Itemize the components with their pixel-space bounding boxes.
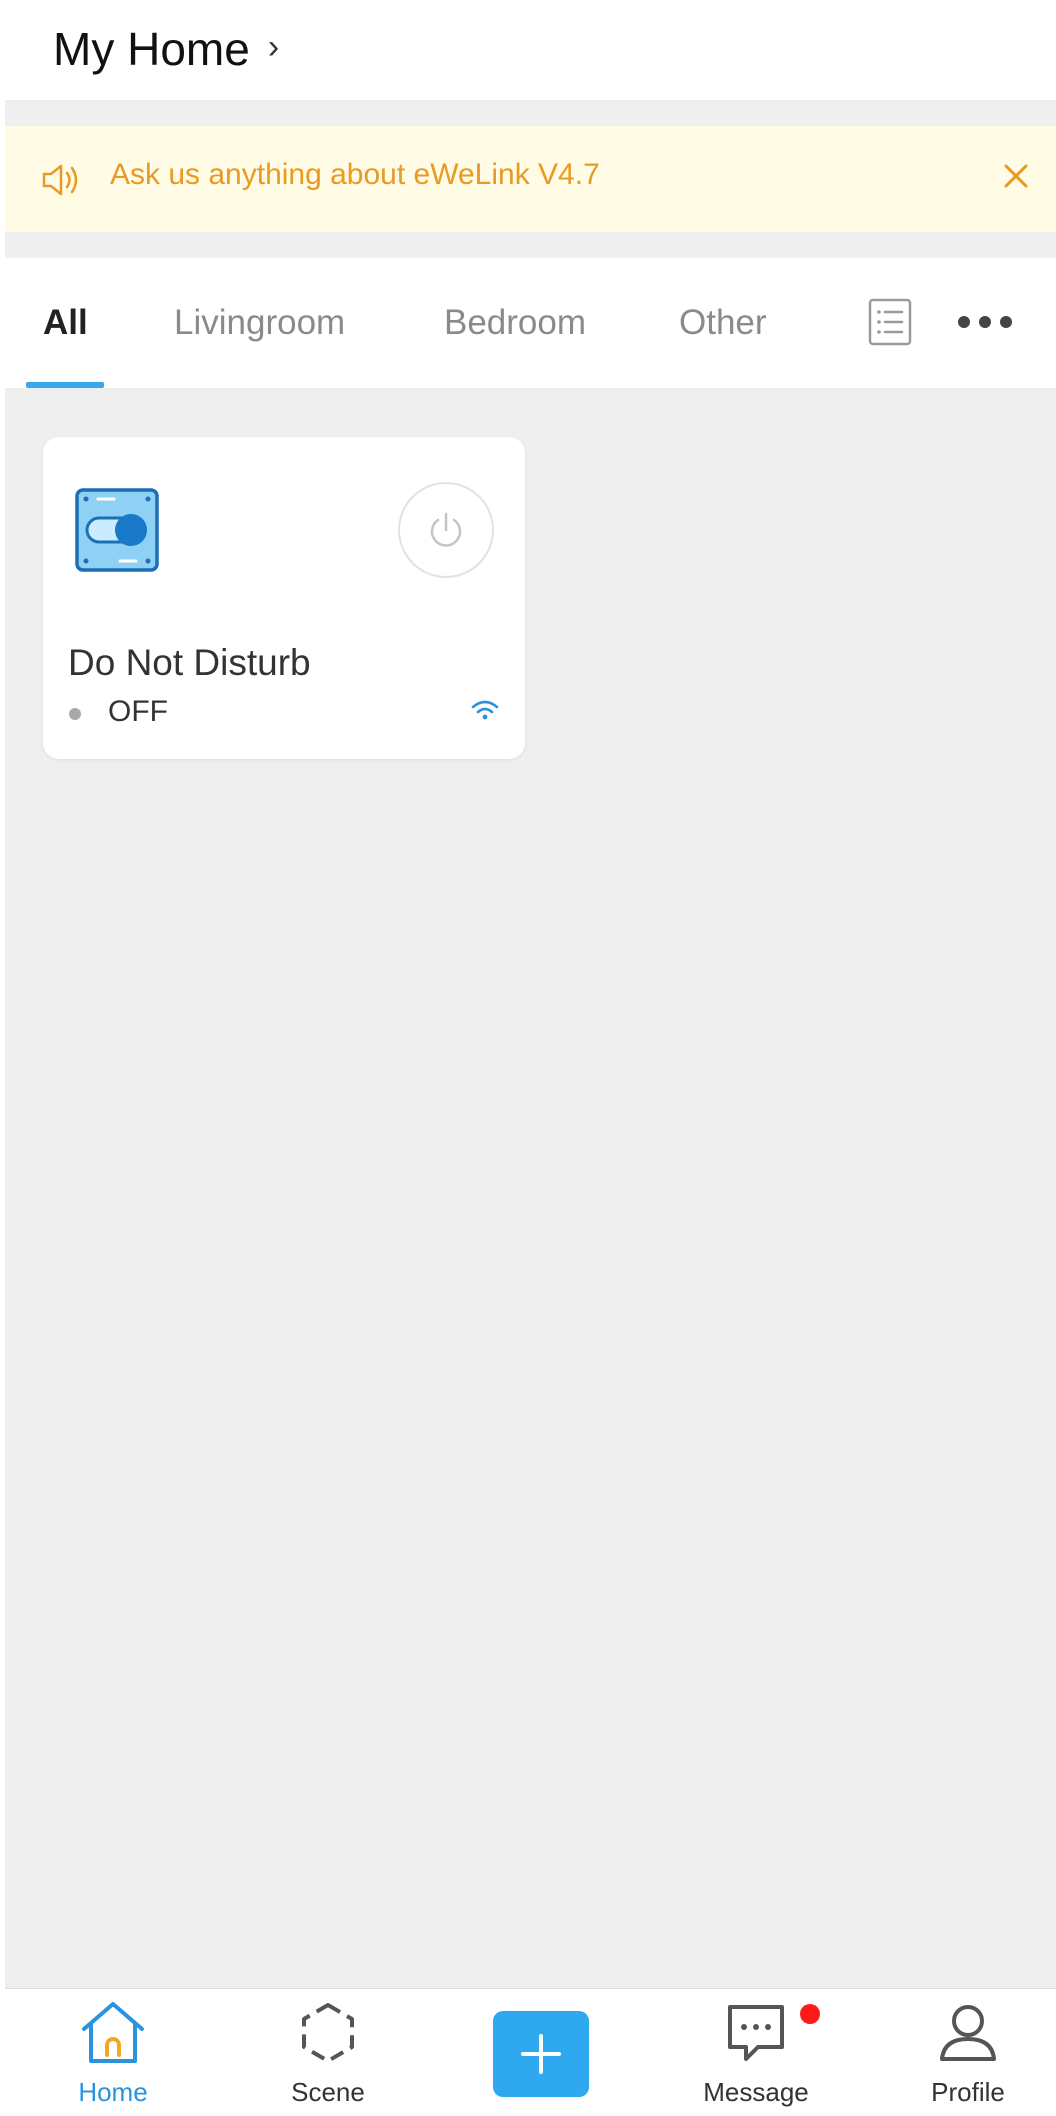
plus-icon	[521, 2034, 561, 2074]
bottom-navigation: Home Scene Message Profile	[5, 1989, 1056, 2116]
home-title: My Home	[53, 23, 250, 75]
list-view-icon[interactable]	[868, 298, 912, 346]
nav-profile-label: Profile	[931, 2077, 1005, 2107]
message-icon	[728, 2005, 784, 2061]
device-name: Do Not Disturb	[68, 642, 311, 683]
tab-livingroom[interactable]: Livingroom	[174, 303, 345, 343]
notification-badge	[800, 2004, 820, 2024]
nav-home-label: Home	[78, 2077, 148, 2107]
add-device-button[interactable]	[493, 2011, 589, 2097]
header: My Home ›	[5, 0, 1056, 100]
tab-all[interactable]: All	[43, 303, 88, 343]
more-options-icon[interactable]	[955, 310, 1015, 334]
banner-text: Ask us anything about eWeLink V4.7	[110, 158, 600, 191]
home-selector[interactable]: My Home ›	[53, 22, 279, 76]
tab-bedroom[interactable]: Bedroom	[444, 303, 586, 343]
nav-profile[interactable]: Profile	[893, 1989, 1043, 2116]
nav-message-label: Message	[703, 2077, 809, 2107]
nav-home[interactable]: Home	[38, 1989, 188, 2116]
divider	[5, 100, 1056, 126]
app-screen: My Home › Ask us anything about eWeLink …	[5, 0, 1056, 2116]
tab-other[interactable]: Other	[679, 303, 767, 343]
divider	[5, 232, 1056, 258]
chevron-right-icon: ›	[267, 27, 280, 66]
speaker-icon	[42, 164, 78, 196]
power-button[interactable]	[398, 482, 494, 578]
switch-device-icon	[75, 488, 159, 572]
profile-icon	[940, 2005, 996, 2061]
home-icon	[82, 2002, 144, 2063]
device-status: OFF	[108, 695, 168, 728]
room-tabs: All Livingroom Bedroom Other	[5, 258, 1056, 388]
device-grid: Do Not Disturb OFF	[5, 388, 1056, 1988]
announcement-banner[interactable]: Ask us anything about eWeLink V4.7	[5, 126, 1056, 232]
status-indicator	[69, 708, 81, 720]
scene-icon	[302, 2003, 354, 2063]
nav-scene[interactable]: Scene	[253, 1989, 403, 2116]
close-icon[interactable]	[996, 156, 1036, 196]
power-icon	[430, 512, 462, 547]
device-card[interactable]: Do Not Disturb OFF	[43, 437, 525, 759]
wifi-icon	[471, 700, 499, 720]
nav-scene-label: Scene	[291, 2077, 365, 2107]
